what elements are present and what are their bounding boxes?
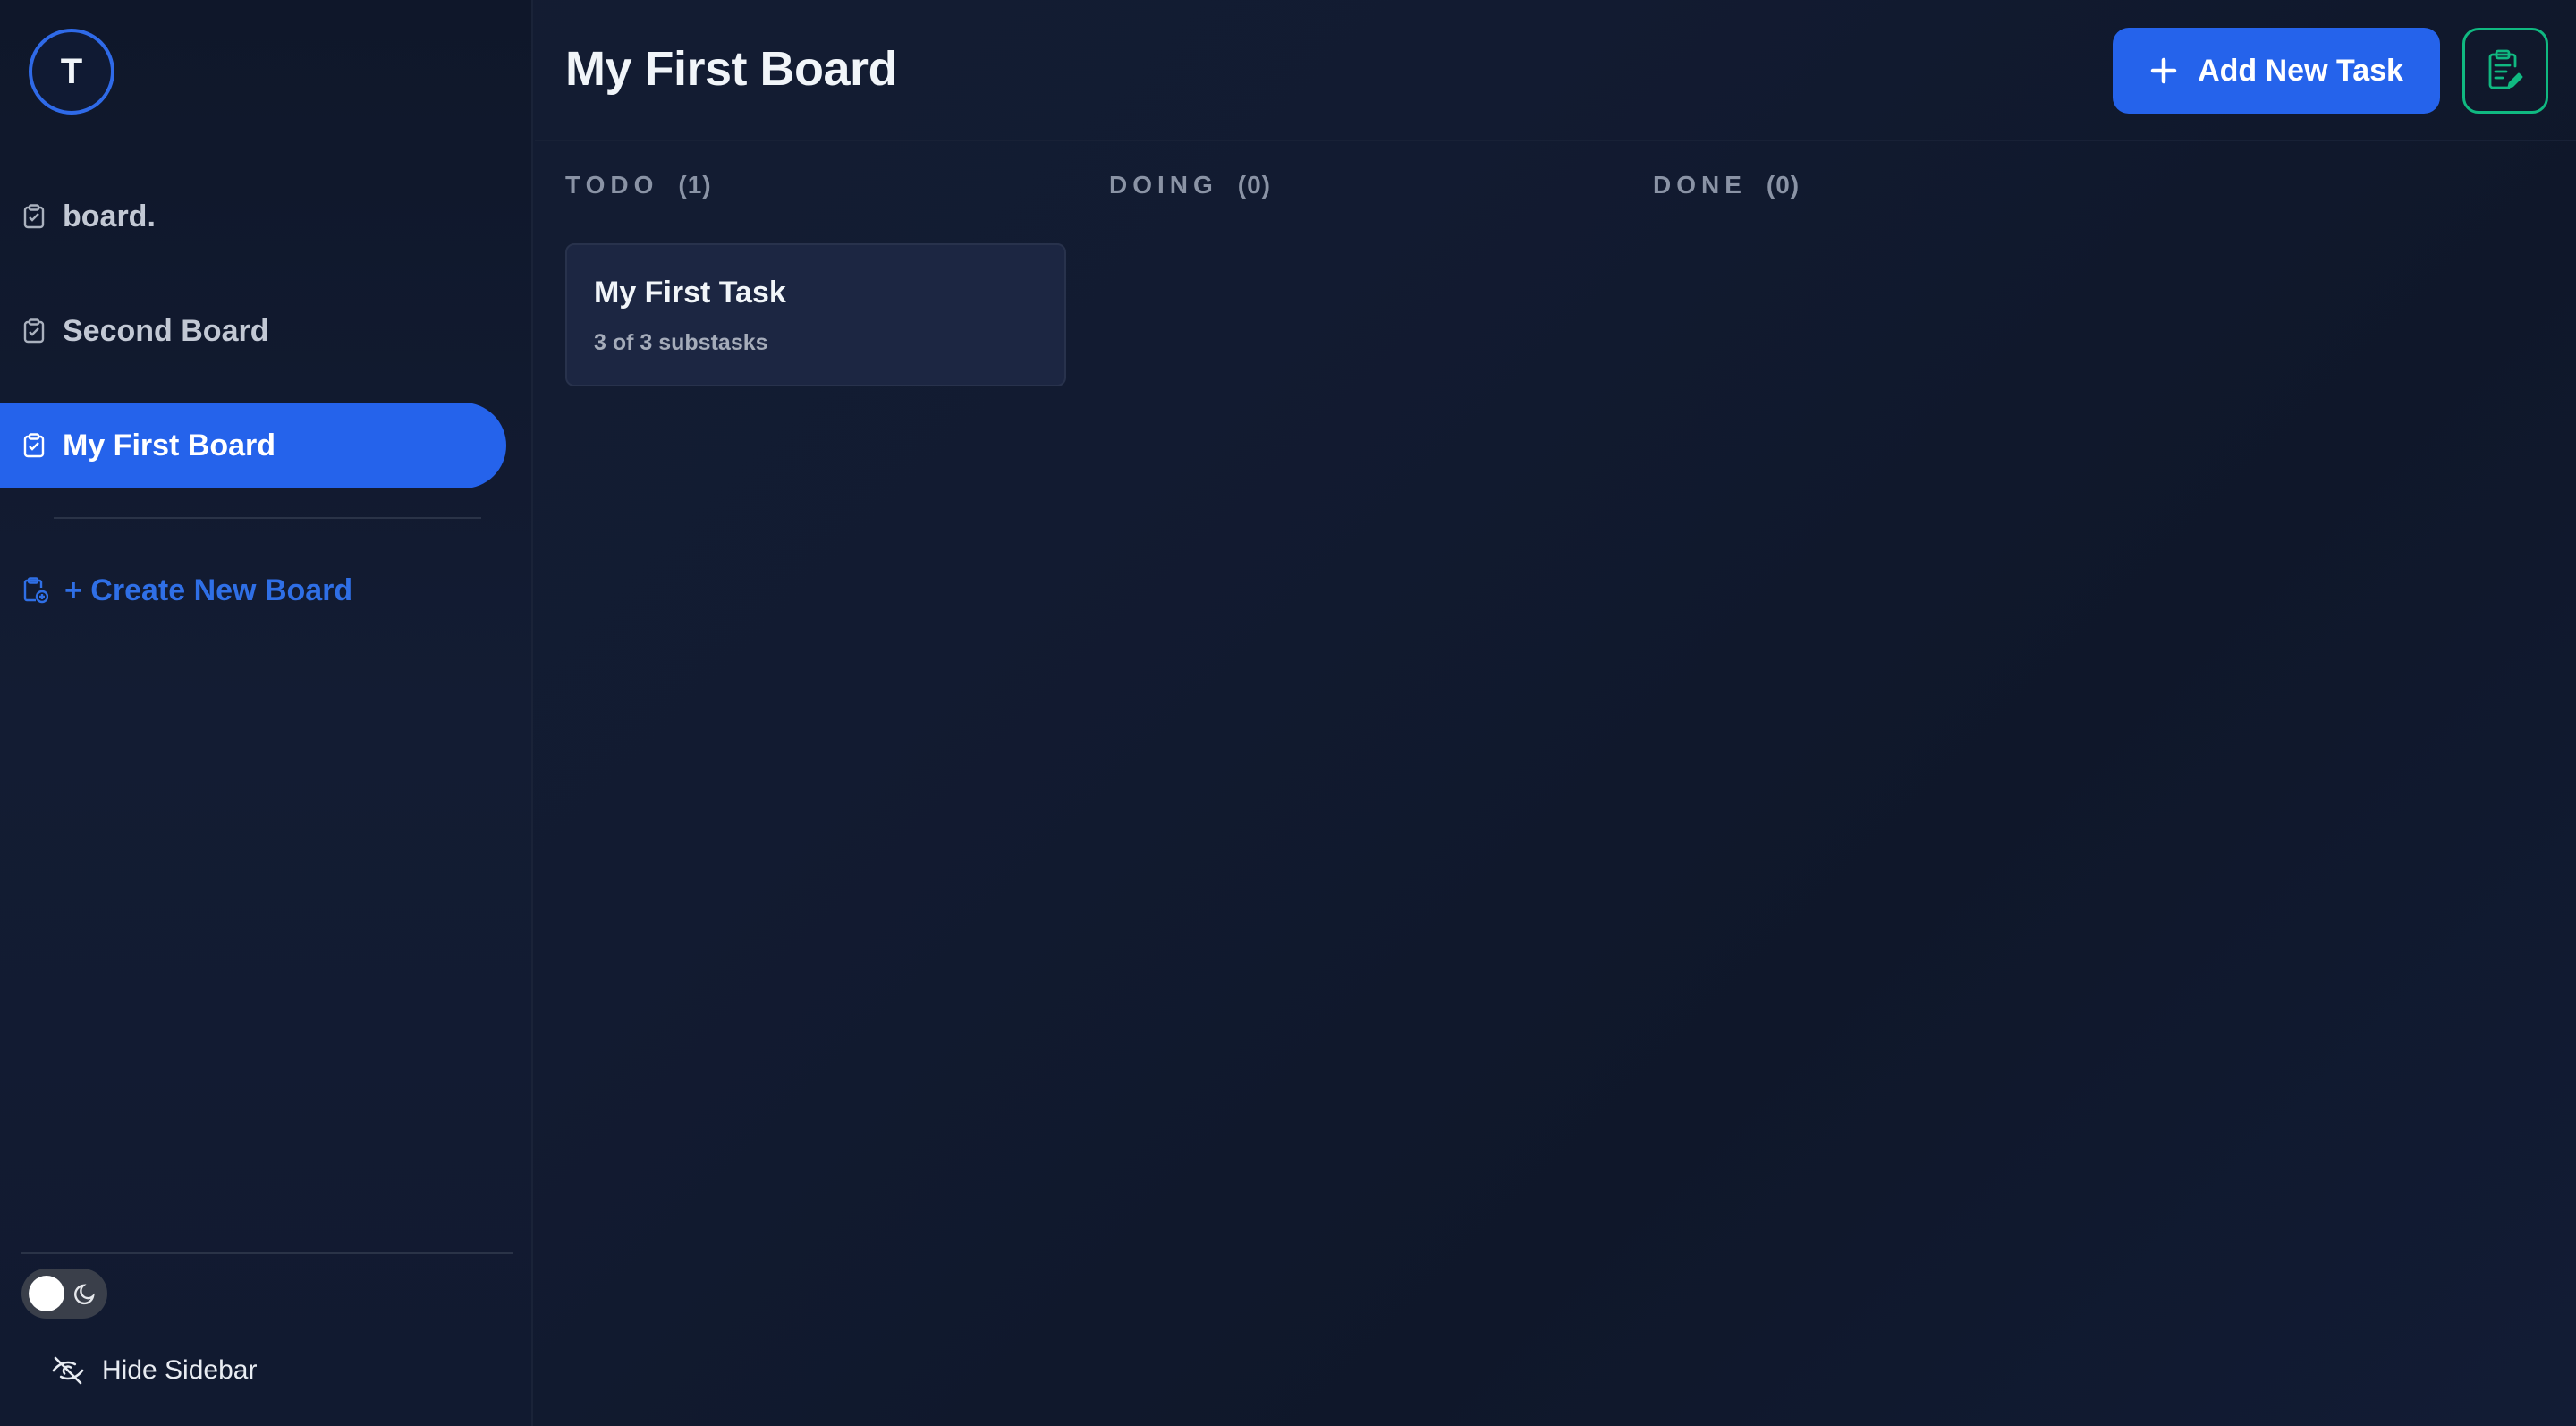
board-header: My First Board Add New Task <box>535 0 2576 141</box>
column-name: DONE <box>1653 171 1747 199</box>
clipboard-icon <box>23 318 45 344</box>
clipboard-edit-icon <box>2486 48 2525 94</box>
sidebar-item-label: Second Board <box>63 313 269 348</box>
column-header-done: DONE (0) <box>1653 170 1800 200</box>
sidebar: T board. Second Board My First Board + C… <box>0 0 533 1426</box>
sidebar-item-second-board[interactable]: Second Board <box>0 288 506 374</box>
sidebar-bottom-divider <box>21 1252 513 1254</box>
column-name: TODO <box>565 171 659 199</box>
avatar-initial: T <box>60 51 83 91</box>
sidebar-item-label: My First Board <box>63 428 276 463</box>
create-board-label: + Create New Board <box>64 573 353 607</box>
plus-icon <box>2149 56 2178 85</box>
page-title: My First Board <box>565 42 898 96</box>
column-name: DOING <box>1109 171 1218 199</box>
sidebar-divider <box>54 517 481 519</box>
clipboard-icon <box>23 204 45 229</box>
toggle-knob <box>29 1276 64 1311</box>
column-count: (0) <box>1766 171 1801 199</box>
user-avatar[interactable]: T <box>29 29 114 115</box>
clipboard-plus-icon <box>23 577 48 604</box>
hide-sidebar-label: Hide Sidebar <box>102 1355 258 1385</box>
hide-sidebar-button[interactable]: Hide Sidebar <box>50 1345 257 1396</box>
sidebar-item-board[interactable]: board. <box>0 174 506 259</box>
task-subtasks: 3 of 3 substasks <box>594 330 768 355</box>
add-task-label: Add New Task <box>2198 53 2403 88</box>
theme-toggle[interactable] <box>21 1269 107 1319</box>
create-new-board-button[interactable]: + Create New Board <box>0 547 506 633</box>
clipboard-icon <box>23 433 45 458</box>
column-count: (0) <box>1237 171 1272 199</box>
column-count: (1) <box>678 171 712 199</box>
task-card[interactable]: My First Task 3 of 3 substasks <box>565 243 1066 386</box>
task-title: My First Task <box>594 276 786 310</box>
moon-icon <box>73 1281 98 1306</box>
add-new-task-button[interactable]: Add New Task <box>2113 28 2440 114</box>
column-header-doing: DOING (0) <box>1109 170 1271 200</box>
sidebar-item-label: board. <box>63 199 156 233</box>
app-root: T board. Second Board My First Board + C… <box>0 0 2576 1426</box>
edit-board-button[interactable] <box>2462 28 2548 114</box>
sidebar-item-my-first-board[interactable]: My First Board <box>0 403 506 488</box>
eye-off-icon <box>50 1353 86 1388</box>
column-header-todo: TODO (1) <box>565 170 712 200</box>
